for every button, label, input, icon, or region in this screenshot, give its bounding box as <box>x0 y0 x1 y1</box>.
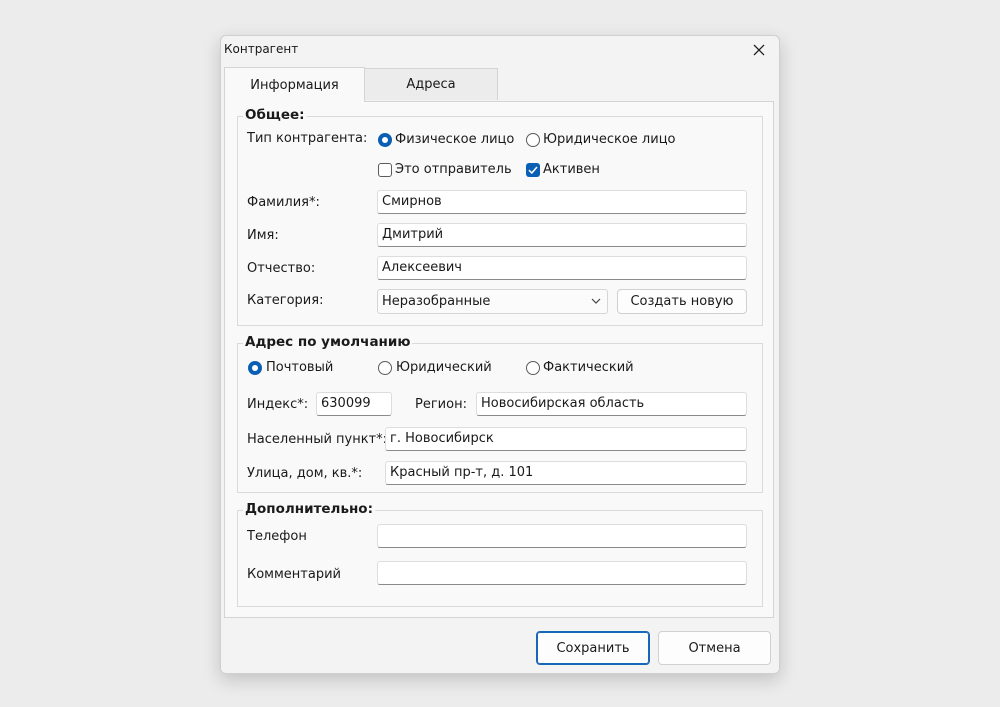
create-category-button[interactable]: Создать новую <box>617 289 747 314</box>
checkbox-sender[interactable] <box>378 163 392 177</box>
radio-legal-address[interactable] <box>378 361 392 375</box>
radio-legal-entity-label[interactable]: Юридическое лицо <box>543 132 676 147</box>
window-title: Контрагент <box>224 42 299 56</box>
category-select[interactable]: Неразобранные <box>377 289 608 314</box>
chevron-down-icon <box>590 295 602 311</box>
checkbox-active-label[interactable]: Активен <box>543 162 600 177</box>
create-category-label: Создать новую <box>630 294 734 309</box>
type-label: Тип контрагента: <box>247 131 368 146</box>
tab-info[interactable]: Информация <box>224 67 365 102</box>
street-label: Улица, дом, кв.*: <box>247 466 363 481</box>
radio-postal[interactable] <box>248 361 262 375</box>
contractor-dialog: Контрагент Информация Адреса Общее: Тип … <box>220 35 780 674</box>
phone-field[interactable] <box>377 524 747 548</box>
general-legend: Общее: <box>243 107 307 123</box>
region-label: Регион: <box>415 397 467 412</box>
surname-field[interactable]: Смирнов <box>377 190 747 214</box>
radio-legal-entity[interactable] <box>526 133 540 147</box>
address-legend: Адрес по умолчанию <box>243 334 413 350</box>
city-label: Населенный пункт*: <box>247 432 388 447</box>
save-button[interactable]: Сохранить <box>536 631 650 665</box>
index-label: Индекс*: <box>247 397 309 412</box>
info-panel: Общее: Тип контрагента: Физическое лицо … <box>224 101 774 618</box>
tab-addresses-label: Адреса <box>406 77 456 92</box>
patronymic-field[interactable]: Алексеевич <box>377 256 747 280</box>
checkmark-icon <box>528 166 538 175</box>
radio-legal-address-label[interactable]: Юридический <box>396 360 492 375</box>
tab-addresses[interactable]: Адреса <box>364 68 498 100</box>
category-label: Категория: <box>247 293 324 308</box>
name-label: Имя: <box>247 228 279 243</box>
radio-actual-address-label[interactable]: Фактический <box>543 360 634 375</box>
category-value: Неразобранные <box>382 294 491 309</box>
radio-postal-label[interactable]: Почтовый <box>266 360 333 375</box>
close-icon[interactable] <box>747 38 771 62</box>
dialog-footer: Сохранить Отмена <box>221 618 779 673</box>
surname-label: Фамилия*: <box>247 195 320 210</box>
radio-actual-address[interactable] <box>526 361 540 375</box>
comment-label: Комментарий <box>247 567 341 582</box>
tab-info-label: Информация <box>250 77 339 93</box>
checkbox-active[interactable] <box>526 163 540 177</box>
street-field[interactable]: Красный пр-т, д. 101 <box>385 461 747 485</box>
title-bar: Контрагент <box>221 36 779 64</box>
phone-label: Телефон <box>247 529 307 544</box>
index-field[interactable]: 630099 <box>316 392 392 416</box>
extra-legend: Дополнительно: <box>243 501 375 517</box>
radio-individual-label[interactable]: Физическое лицо <box>395 132 514 147</box>
cancel-button-label: Отмена <box>688 640 741 656</box>
patronymic-label: Отчество: <box>247 261 316 276</box>
region-field[interactable]: Новосибирская область <box>476 392 747 416</box>
comment-field[interactable] <box>377 561 747 585</box>
checkbox-sender-label[interactable]: Это отправитель <box>395 162 512 177</box>
city-field[interactable]: г. Новосибирск <box>385 427 747 451</box>
cancel-button[interactable]: Отмена <box>658 631 771 665</box>
radio-individual[interactable] <box>378 133 392 147</box>
name-field[interactable]: Дмитрий <box>377 223 747 247</box>
save-button-label: Сохранить <box>556 640 630 656</box>
